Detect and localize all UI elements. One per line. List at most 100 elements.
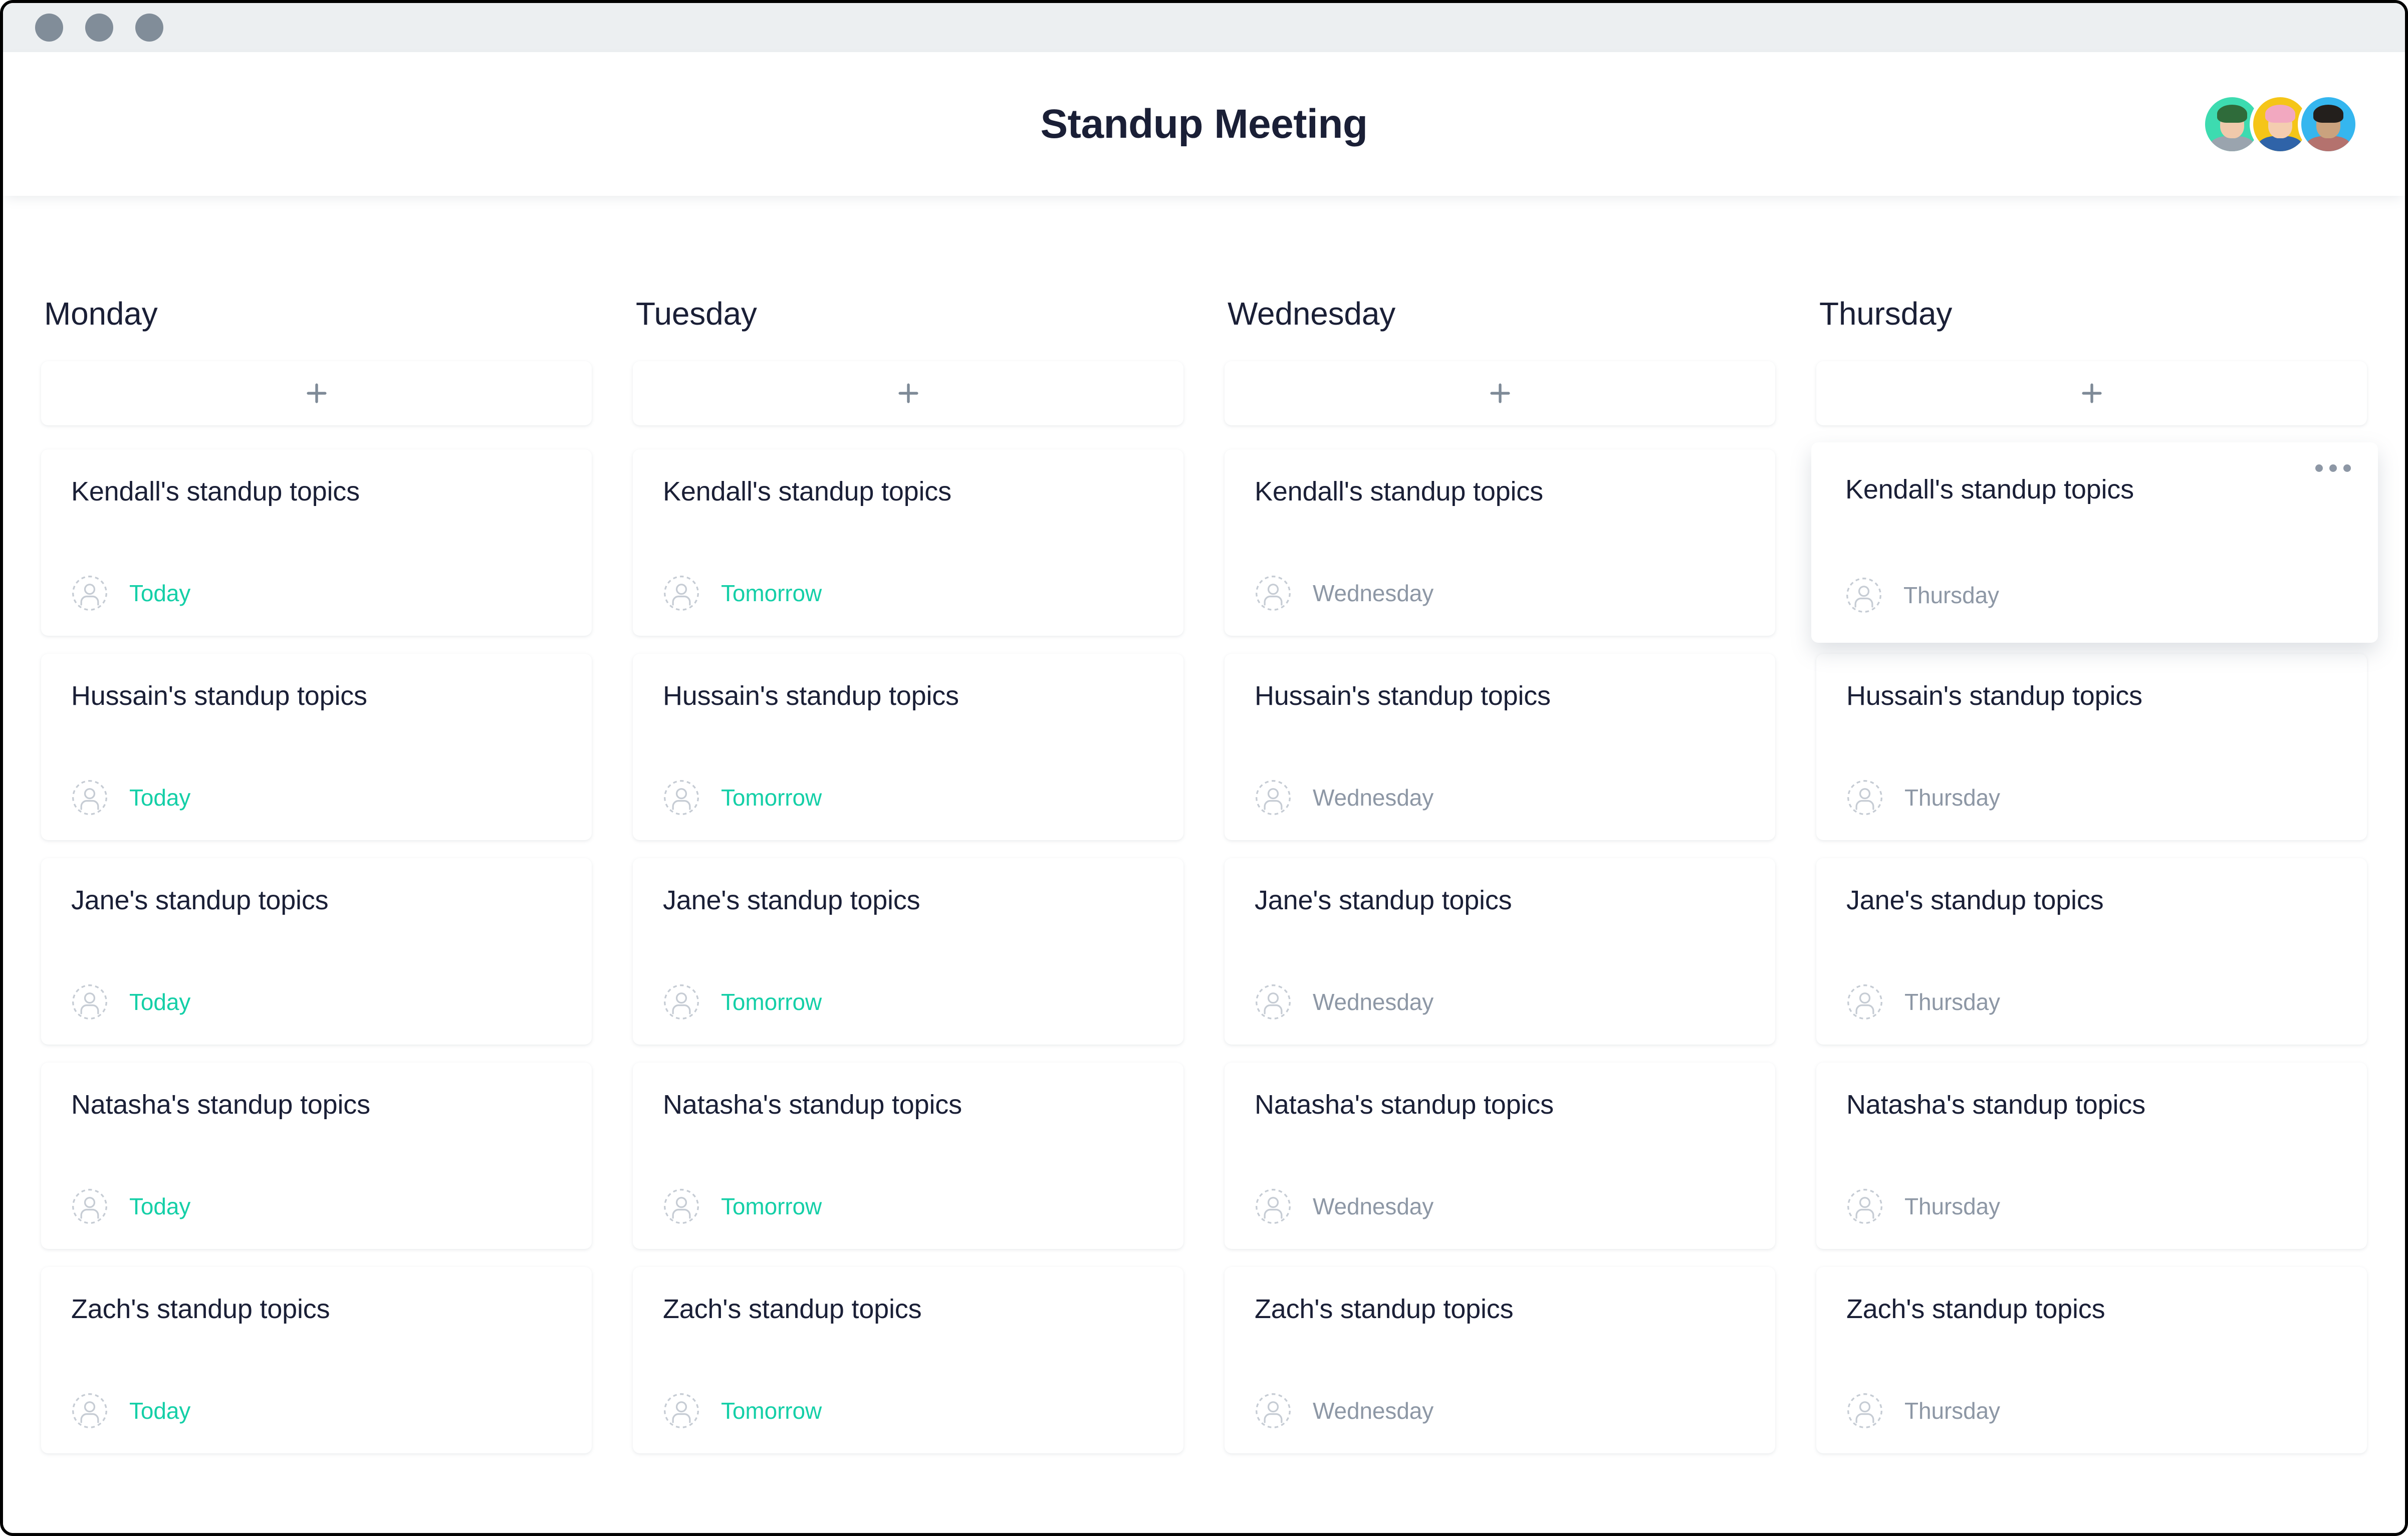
card-title: Kendall's standup topics [1255,476,1543,506]
standup-card[interactable]: Natasha's standup topics Wednesday [1225,1063,1775,1249]
standup-card[interactable]: Natasha's standup topics Today [41,1063,592,1249]
standup-card[interactable]: Zach's standup topics Wednesday [1225,1267,1775,1453]
add-card-button[interactable] [41,361,592,425]
column-title: Tuesday [636,296,757,332]
card-title: Kendall's standup topics [663,476,951,506]
card-meta: Tomorrow [663,1362,1153,1429]
avatar-body [2210,136,2254,151]
standup-card[interactable]: Zach's standup topics Today [41,1267,592,1453]
standup-card[interactable]: Zach's standup topics Thursday [1816,1267,2367,1453]
user-placeholder-icon [1256,1393,1291,1428]
card-due-date: Today [129,989,191,1015]
avatar[interactable] [2298,93,2359,155]
standup-card[interactable]: Kendall's standup topics Today [41,449,592,636]
standup-card[interactable]: Kendall's standup topics Wednesday [1225,449,1775,636]
card-due-date: Wednesday [1313,1193,1434,1219]
standup-card[interactable]: Hussain's standup topics Wednesday [1225,654,1775,840]
card-title: Hussain's standup topics [663,681,959,711]
card-meta: Today [71,1362,562,1429]
standup-card[interactable]: Jane's standup topics Thursday [1816,858,2367,1045]
card-meta: Wednesday [1255,1362,1745,1429]
card-due-date: Tomorrow [721,1193,822,1219]
card-title: Zach's standup topics [1846,1294,2105,1324]
add-card-button[interactable] [633,361,1183,425]
user-placeholder-icon [664,1189,699,1224]
card-title: Zach's standup topics [71,1294,330,1324]
card-due-date: Tomorrow [721,580,822,606]
card-due-date: Today [129,1193,191,1219]
user-placeholder-icon [664,984,699,1019]
card-meta: Thursday [1845,547,2343,614]
standup-card[interactable]: Kendall's standup topics Tomorrow [633,449,1183,636]
card-due-date: Tomorrow [721,1398,822,1424]
card-meta: Tomorrow [663,545,1153,612]
user-placeholder-icon [1847,1189,1882,1224]
card-title: Jane's standup topics [1255,885,1512,915]
user-placeholder-icon [1847,780,1882,815]
standup-card[interactable]: Hussain's standup topics Thursday [1816,654,2367,840]
standup-card[interactable]: Jane's standup topics Tomorrow [633,858,1183,1045]
standup-card[interactable]: Natasha's standup topics Tomorrow [633,1063,1183,1249]
standup-card[interactable]: Hussain's standup topics Today [41,654,592,840]
user-placeholder-icon [72,1189,107,1224]
card-meta: Wednesday [1255,749,1745,816]
avatar-hair [2217,104,2248,123]
user-placeholder-icon [664,1393,699,1428]
card-meta: Thursday [1846,749,2337,816]
card-title: Kendall's standup topics [71,476,360,506]
user-placeholder-icon [72,1393,107,1428]
card-due-date: Thursday [1904,785,2000,811]
card-due-date: Today [129,1398,191,1424]
user-placeholder-icon [72,984,107,1019]
card-title: Kendall's standup topics [1845,474,2134,504]
avatar-hair [2265,104,2296,123]
app-window: Standup Meeting Monday Kendall's standup … [0,0,2408,1536]
standup-card[interactable]: Jane's standup topics Today [41,858,592,1045]
card-title: Hussain's standup topics [71,681,367,711]
card-meta: Today [71,545,562,612]
card-title: Jane's standup topics [1846,885,2104,915]
card-due-date: Wednesday [1313,580,1434,606]
user-placeholder-icon [1847,1393,1882,1428]
card-due-date: Wednesday [1313,989,1434,1015]
card-due-date: Wednesday [1313,785,1434,811]
user-placeholder-icon [664,780,699,815]
standup-card[interactable]: Jane's standup topics Wednesday [1225,858,1775,1045]
card-title: Natasha's standup topics [663,1090,962,1120]
card-meta: Tomorrow [663,953,1153,1020]
zoom-button[interactable] [135,14,163,42]
card-due-date: Thursday [1904,1193,2000,1219]
card-meta: Today [71,749,562,816]
card-title: Natasha's standup topics [1255,1090,1554,1120]
card-due-date: Today [129,580,191,606]
card-title: Hussain's standup topics [1255,681,1551,711]
standup-board: Monday Kendall's standup topics Today Hussa… [3,196,2405,1533]
close-button[interactable] [35,14,63,42]
card-title: Zach's standup topics [1255,1294,1514,1324]
card-due-date: Tomorrow [721,785,822,811]
standup-card[interactable]: Kendall's standup topics Thursday [1811,442,2378,643]
card-meta: Today [71,1158,562,1225]
plus-icon [2081,383,2102,403]
card-due-date: Thursday [1903,582,1999,608]
board-column-thursday: Thursday Kendall's standup topics Thursday… [1811,295,2378,1453]
minimize-button[interactable] [85,14,113,42]
card-meta: Wednesday [1255,545,1745,612]
column-title: Wednesday [1228,296,1396,332]
avatar-body [2258,136,2302,151]
user-placeholder-icon [1847,984,1882,1019]
ellipsis-icon[interactable] [2315,464,2351,472]
card-due-date: Today [129,785,191,811]
standup-card[interactable]: Hussain's standup topics Tomorrow [633,654,1183,840]
add-card-button[interactable] [1816,361,2367,425]
board-column-wednesday: Wednesday Kendall's standup topics Wednesd… [1225,295,1775,1453]
card-due-date: Thursday [1904,989,2000,1015]
window-titlebar [3,3,2405,52]
standup-card[interactable]: Zach's standup topics Tomorrow [633,1267,1183,1453]
user-placeholder-icon [1256,1189,1291,1224]
member-avatar-group[interactable] [2202,93,2359,155]
card-meta: Tomorrow [663,1158,1153,1225]
plus-icon [898,383,918,403]
standup-card[interactable]: Natasha's standup topics Thursday [1816,1063,2367,1249]
add-card-button[interactable] [1225,361,1775,425]
